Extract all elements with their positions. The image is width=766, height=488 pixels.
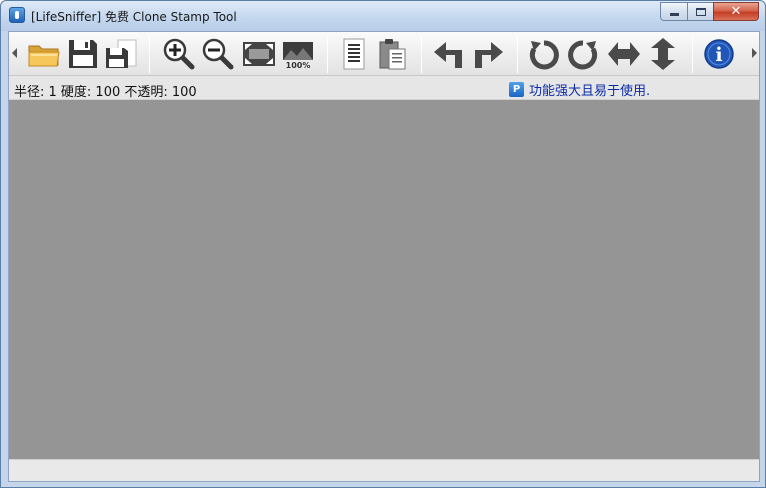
toolbar-separator (327, 35, 328, 73)
actual-size-icon: 100% (283, 42, 313, 70)
rotate-left-button[interactable] (526, 36, 562, 72)
promo-link[interactable]: P 功能强大且易于使用. (509, 80, 650, 99)
about-button[interactable]: i (701, 36, 737, 72)
promo-icon: P (509, 82, 524, 97)
promo-icon-letter: P (512, 84, 521, 95)
status-bar (9, 459, 759, 481)
flip-horizontal-icon (608, 42, 640, 66)
promo-link-text[interactable]: 功能强大且易于使用. (529, 80, 650, 99)
rotate-ccw-icon (529, 40, 559, 70)
folder-icon (28, 45, 60, 67)
save-button[interactable] (65, 36, 101, 72)
redo-button[interactable] (470, 36, 506, 72)
zoom-out-icon (202, 38, 234, 70)
document-icon (343, 38, 365, 70)
arrow-turn-right-icon (475, 42, 503, 68)
maximize-icon (695, 7, 706, 16)
paste-button[interactable] (375, 36, 411, 72)
minimize-icon (669, 13, 679, 16)
zoom-in-button[interactable] (161, 36, 197, 72)
toolbar-separator (421, 35, 422, 73)
flip-vertical-button[interactable] (645, 36, 681, 72)
rotate-right-button[interactable] (565, 36, 601, 72)
client-area: 100% i 半径: 1 硬度: 100 不透明: 100 P 功能强大且易于使… (8, 31, 760, 482)
toolbar-separator (149, 35, 150, 73)
clipboard-icon (379, 39, 406, 70)
info-icon: i (704, 39, 734, 69)
image-canvas[interactable] (9, 100, 759, 459)
minimize-button[interactable] (660, 2, 687, 21)
rotate-cw-icon (568, 40, 598, 70)
info-bar: 半径: 1 硬度: 100 不透明: 100 P 功能强大且易于使用. (9, 76, 759, 100)
caption-buttons: ✕ (660, 2, 759, 22)
actual-size-button[interactable]: 100% (280, 36, 316, 72)
close-button[interactable]: ✕ (713, 2, 759, 21)
floppy-disk-small-icon (106, 39, 137, 68)
zoom-in-icon (163, 38, 195, 70)
save-as-button[interactable] (103, 36, 139, 72)
fit-to-window-button[interactable] (241, 36, 277, 72)
open-folder-button[interactable] (26, 36, 62, 72)
fit-window-icon (243, 42, 275, 66)
actual-size-label: 100% (286, 61, 311, 70)
flip-horizontal-button[interactable] (606, 36, 642, 72)
app-window: [LifeSniffer] 免费 Clone Stamp Tool ✕ 100%… (0, 0, 766, 488)
toolbar-separator (517, 35, 518, 73)
toolbar-separator (692, 35, 693, 73)
floppy-disk-icon (69, 40, 97, 68)
copy-button[interactable] (336, 36, 372, 72)
flip-vertical-icon (651, 38, 675, 70)
app-logo-icon[interactable] (9, 7, 25, 23)
undo-button[interactable] (431, 36, 467, 72)
close-icon: ✕ (730, 4, 742, 19)
toolbar-scroll-left-icon[interactable] (12, 48, 17, 58)
arrow-turn-left-icon (434, 42, 462, 68)
maximize-button[interactable] (687, 2, 713, 21)
info-icon-letter: i (715, 44, 722, 66)
window-title: [LifeSniffer] 免费 Clone Stamp Tool (31, 10, 237, 24)
brush-params: 半径: 1 硬度: 100 不透明: 100 (14, 85, 197, 100)
toolbar: 100% i (9, 32, 759, 76)
toolbar-scroll-right-icon[interactable] (752, 48, 757, 58)
zoom-out-button[interactable] (200, 36, 236, 72)
title-bar[interactable]: [LifeSniffer] 免费 Clone Stamp Tool ✕ (1, 1, 765, 31)
